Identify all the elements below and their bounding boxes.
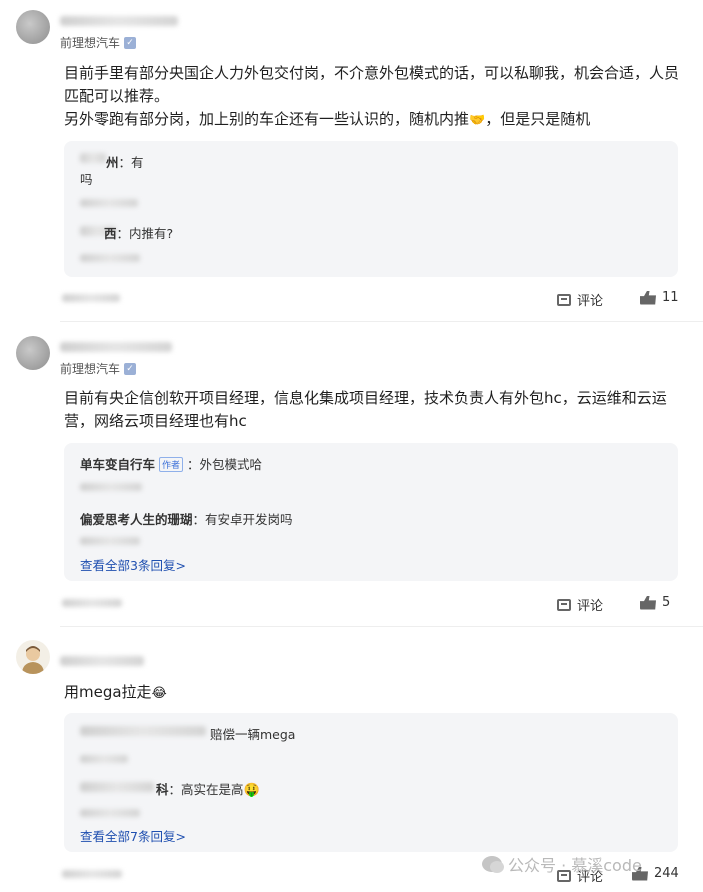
- divider: [60, 321, 703, 322]
- reply-text: ：有安卓开发岗吗: [192, 512, 293, 527]
- comment-icon: [557, 598, 571, 611]
- reply-text: ：高实在是高: [168, 782, 244, 797]
- comment-text-line: 另外零跑有部分岗，加上别的车企还有一些认识的，随机内推: [64, 110, 470, 128]
- comment-meta-redacted: [62, 599, 122, 607]
- like-button[interactable]: 5: [640, 595, 670, 610]
- reply-text: 赔偿一辆mega: [210, 727, 296, 742]
- divider: [60, 626, 703, 627]
- comment-meta-redacted: [62, 294, 120, 302]
- view-all-replies-link[interactable]: 查看全部3条回复>: [80, 555, 186, 574]
- like-count: 5: [662, 595, 671, 610]
- comment-button-label: 评论: [577, 599, 604, 614]
- money-face-emoji-icon: 🤑: [243, 783, 260, 798]
- username-redacted[interactable]: [60, 16, 178, 26]
- user-tag-label: 前理想汽车: [60, 362, 121, 376]
- laugh-emoji-icon: 😂: [151, 686, 167, 701]
- like-count: 11: [662, 290, 679, 305]
- reply-text: ：内推有?: [116, 226, 174, 241]
- avatar[interactable]: [16, 336, 50, 370]
- reply-meta-redacted: [80, 755, 128, 763]
- verified-badge-icon: ✓: [124, 36, 137, 49]
- comment-text: 用mega拉走😂: [64, 681, 684, 705]
- action-bar: 评论 11: [0, 290, 703, 310]
- thumbs-up-icon: [640, 595, 656, 610]
- reply-item[interactable]: 赔偿一辆mega: [210, 724, 295, 743]
- reply-box: 赔偿一辆mega 科：高实在是高🤑 查看全部7条回复>: [64, 713, 678, 852]
- like-count: 244: [654, 866, 679, 881]
- reply-box: 单车变自行车 作者 ：外包模式哈 偏爱思考人生的珊瑚：有安卓开发岗吗 查看全部3条回…: [64, 443, 678, 581]
- reply-meta-redacted: [80, 809, 140, 817]
- user-tag: 前理想汽车 ✓: [60, 360, 137, 377]
- avatar[interactable]: [16, 10, 50, 44]
- user-tag-label: 前理想汽车: [60, 36, 121, 50]
- reply-meta-redacted: [80, 537, 140, 545]
- handshake-emoji-icon: 🤝: [469, 113, 486, 128]
- avatar[interactable]: [16, 640, 50, 674]
- comment-icon: [557, 293, 571, 306]
- comment-text-line: 用mega拉走: [64, 683, 152, 701]
- author-badge: 作者: [159, 457, 184, 472]
- reply-item[interactable]: 单车变自行车 作者 ：外包模式哈: [80, 454, 262, 473]
- watermark-text: 公众号 · 慕溪code: [508, 856, 642, 875]
- comment-button[interactable]: 评论: [557, 595, 603, 614]
- wechat-icon: [482, 856, 504, 873]
- watermark: 公众号 · 慕溪code: [482, 852, 642, 876]
- thumbs-up-icon: [640, 290, 656, 305]
- cartoon-avatar-icon: [22, 646, 44, 674]
- reply-box: 州：有 吗 西：内推有?: [64, 141, 678, 277]
- comment-meta-redacted: [62, 870, 122, 878]
- reply-item[interactable]: 偏爱思考人生的珊瑚：有安卓开发岗吗: [80, 509, 293, 528]
- comment-button-label: 评论: [577, 294, 604, 309]
- reply-text: ：有: [118, 155, 144, 170]
- reply-meta-redacted: [80, 483, 142, 491]
- comment-text: 目前有央企信创软开项目经理，信息化集成项目经理，技术负责人有外包hc，云运维和云…: [64, 387, 684, 433]
- reply-item[interactable]: 科：高实在是高🤑: [156, 779, 260, 798]
- verified-badge-icon: ✓: [124, 362, 137, 375]
- reply-text: ：外包模式哈: [187, 457, 263, 472]
- reply-meta-redacted: [80, 254, 140, 262]
- comment-text-line: ，但是只是随机: [485, 110, 591, 128]
- username-redacted[interactable]: [60, 342, 172, 352]
- comment-button[interactable]: 评论: [557, 290, 603, 309]
- action-bar: 评论 5: [0, 595, 703, 615]
- reply-author[interactable]: 科: [156, 782, 169, 797]
- reply-author[interactable]: 州: [106, 155, 119, 170]
- reply-author[interactable]: 西: [104, 226, 117, 241]
- reply-item: 吗: [80, 169, 93, 188]
- username-redacted[interactable]: [60, 656, 144, 666]
- reply-user-redacted: [80, 782, 154, 792]
- reply-user-redacted: [80, 726, 206, 736]
- view-all-replies-link[interactable]: 查看全部7条回复>: [80, 826, 186, 845]
- reply-user-redacted: [80, 153, 106, 163]
- comment-text-line: 目前手里有部分央国企人力外包交付岗，不介意外包模式的话，可以私聊我，机会合适，人…: [64, 64, 680, 105]
- reply-author[interactable]: 偏爱思考人生的珊瑚: [80, 512, 193, 527]
- comment-text-line: 目前有央企信创软开项目经理，信息化集成项目经理，技术负责人有外包hc，云运维和云…: [64, 389, 667, 430]
- comment-text: 目前手里有部分央国企人力外包交付岗，不介意外包模式的话，可以私聊我，机会合适，人…: [64, 62, 684, 132]
- reply-author[interactable]: 单车变自行车: [80, 457, 155, 472]
- reply-item[interactable]: 西：内推有?: [104, 223, 173, 242]
- reply-item[interactable]: 州：有: [106, 152, 144, 171]
- like-button[interactable]: 11: [640, 290, 679, 305]
- reply-meta-redacted: [80, 199, 138, 207]
- user-tag: 前理想汽车 ✓: [60, 34, 137, 51]
- reply-text: 吗: [80, 172, 93, 187]
